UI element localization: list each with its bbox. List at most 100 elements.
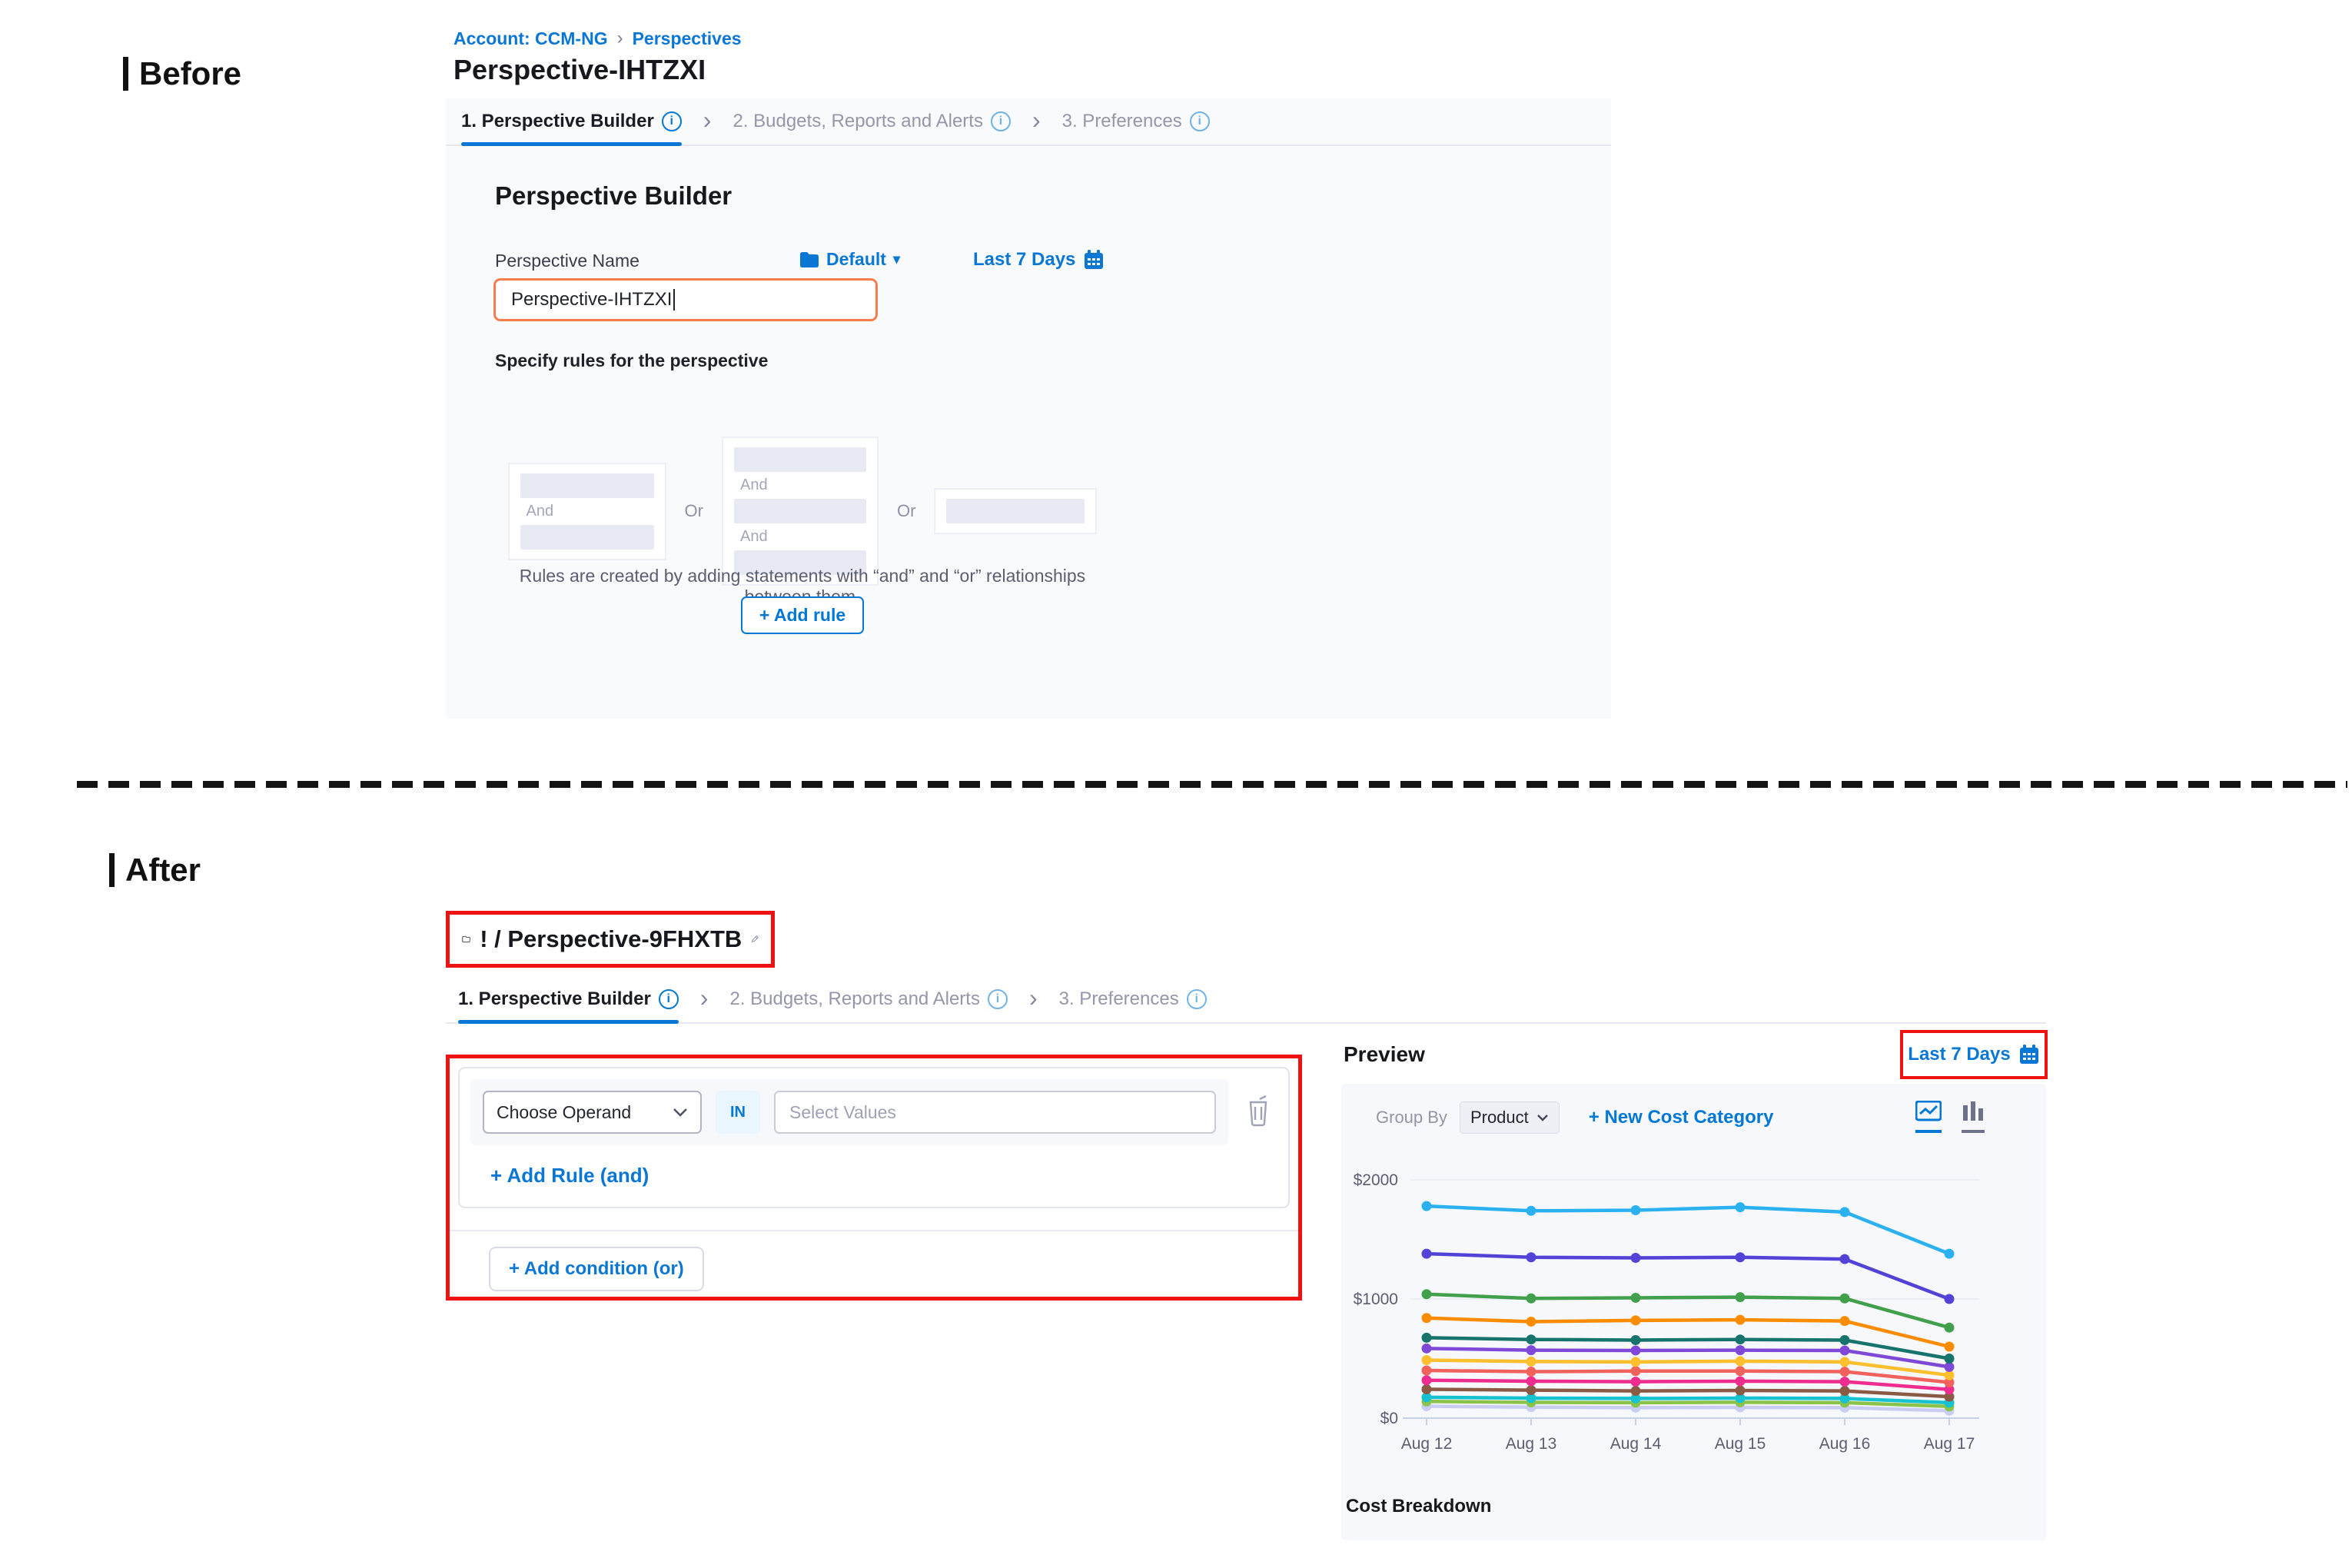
- svg-text:Aug 14: Aug 14: [1610, 1435, 1662, 1453]
- skeleton-bar: [734, 499, 866, 523]
- add-condition-or-button[interactable]: + Add condition (or): [489, 1247, 704, 1291]
- cost-breakdown-heading: Cost Breakdown: [1346, 1496, 1491, 1517]
- group-by-value: Product: [1470, 1108, 1529, 1128]
- tab-bar: 1. Perspective Builder i › 2. Budgets, R…: [446, 98, 1611, 146]
- trash-icon: [1245, 1095, 1271, 1127]
- skeleton-rule-group: And And: [722, 437, 879, 586]
- svg-text:$0: $0: [1380, 1410, 1398, 1427]
- skeleton-and-label: And: [734, 523, 866, 550]
- skeleton-bar: [946, 499, 1085, 523]
- operator-in-badge[interactable]: IN: [716, 1091, 760, 1134]
- perspective-name-label: Perspective Name: [495, 251, 639, 271]
- info-icon[interactable]: i: [659, 989, 679, 1009]
- page-title: Perspective-IHTZXI: [453, 54, 706, 86]
- info-icon[interactable]: i: [662, 111, 682, 131]
- group-by-row: Group By Product + New Cost Category: [1376, 1101, 2015, 1134]
- line-chart-icon[interactable]: [1915, 1101, 1942, 1133]
- chevron-down-icon: [1536, 1114, 1549, 1121]
- svg-text:Aug 12: Aug 12: [1401, 1435, 1453, 1453]
- rules-skeleton: And Or And And Or: [495, 437, 1110, 586]
- svg-text:Aug 15: Aug 15: [1715, 1435, 1766, 1453]
- tab-label: 3. Preferences: [1059, 988, 1179, 1010]
- calendar-icon: [2018, 1044, 2040, 1065]
- info-icon[interactable]: i: [1190, 111, 1210, 131]
- tab-budgets-reports-alerts[interactable]: 2. Budgets, Reports and Alerts i: [733, 98, 1011, 145]
- breadcrumb-perspectives[interactable]: Perspectives: [633, 28, 742, 49]
- tab-preferences[interactable]: 3. Preferences i: [1062, 98, 1210, 145]
- new-cost-category-link[interactable]: + New Cost Category: [1589, 1107, 1774, 1128]
- chevron-down-icon: [673, 1108, 688, 1117]
- chevron-right-icon: ›: [703, 108, 712, 135]
- skeleton-or-label: Or: [897, 501, 915, 521]
- chevron-right-icon: ›: [700, 985, 709, 1013]
- chevron-right-icon: ›: [1032, 108, 1041, 135]
- date-range-picker[interactable]: Last 7 Days: [1900, 1030, 2048, 1079]
- info-icon[interactable]: i: [1187, 989, 1207, 1009]
- folder-icon: [799, 251, 819, 268]
- tab-label: 3. Preferences: [1062, 111, 1182, 132]
- before-screenshot: Account: CCM-NG › Perspectives Perspecti…: [446, 22, 1611, 721]
- group-by-select[interactable]: Product: [1460, 1101, 1560, 1134]
- folder-select[interactable]: Default ▾: [799, 249, 900, 270]
- info-icon[interactable]: i: [988, 989, 1008, 1009]
- svg-text:Aug 17: Aug 17: [1924, 1435, 1975, 1453]
- skeleton-rule-group: And: [508, 463, 666, 560]
- tab-label: 1. Perspective Builder: [461, 111, 654, 132]
- preview-heading: Preview: [1344, 1042, 1425, 1067]
- operand-select-value: Choose Operand: [497, 1102, 631, 1123]
- after-label: After: [109, 852, 201, 889]
- skeleton-bar: [520, 525, 654, 550]
- add-rule-and-link[interactable]: + Add Rule (and): [490, 1164, 649, 1188]
- label-bar: [123, 57, 128, 91]
- skeleton-bar: [734, 447, 866, 472]
- chevron-right-icon: ›: [1029, 985, 1038, 1013]
- breadcrumb-account[interactable]: Account: CCM-NG: [453, 28, 608, 49]
- tab-bar: 1. Perspective Builder i › 2. Budgets, R…: [446, 976, 2046, 1024]
- bar-chart-icon[interactable]: [1962, 1101, 1985, 1133]
- skeleton-and-label: And: [520, 498, 654, 525]
- tab-perspective-builder[interactable]: 1. Perspective Builder i: [458, 976, 679, 1022]
- skeleton-and-label: And: [734, 472, 866, 499]
- rule-divider: [450, 1230, 1298, 1231]
- cost-line-chart: $0 $1000 $2000 Aug 12 Aug 13 Aug 14 Aug 15 Aug …: [1341, 1161, 2046, 1476]
- folder-select-value: Default: [826, 249, 886, 270]
- date-range-picker[interactable]: Last 7 Days: [973, 249, 1105, 271]
- svg-text:$1000: $1000: [1354, 1291, 1398, 1308]
- rule-builder-annotation-box: Choose Operand IN + Add Rule (and) + Add…: [446, 1055, 1302, 1301]
- rule-row: Choose Operand IN: [470, 1079, 1228, 1145]
- select-values-input[interactable]: [774, 1091, 1216, 1134]
- builder-heading: Perspective Builder: [495, 181, 732, 211]
- title-annotation-box: ! / Perspective-9FHXTB: [446, 911, 775, 968]
- after-label-text: After: [125, 852, 201, 889]
- tab-preferences[interactable]: 3. Preferences i: [1059, 976, 1207, 1022]
- rules-section-label: Specify rules for the perspective: [495, 350, 768, 371]
- svg-text:$2000: $2000: [1354, 1171, 1398, 1189]
- before-label: Before: [123, 55, 241, 92]
- chart-type-toggles: [1915, 1101, 1985, 1133]
- tab-budgets-reports-alerts[interactable]: 2. Budgets, Reports and Alerts i: [729, 976, 1008, 1022]
- breadcrumb-separator-icon: ›: [617, 28, 623, 49]
- text-cursor: [673, 289, 675, 311]
- tab-label: 2. Budgets, Reports and Alerts: [733, 111, 983, 132]
- operand-select[interactable]: Choose Operand: [483, 1091, 702, 1134]
- tab-perspective-builder[interactable]: 1. Perspective Builder i: [461, 98, 682, 145]
- edit-pencil-icon[interactable]: [751, 929, 759, 949]
- caret-down-icon: ▾: [893, 251, 900, 267]
- svg-text:Aug 13: Aug 13: [1506, 1435, 1557, 1453]
- add-rule-button[interactable]: + Add rule: [741, 596, 864, 634]
- preview-panel: Group By Product + New Cost Category $0$…: [1341, 1084, 2046, 1540]
- name-row: Perspective Name Default ▾ Last 7 Days: [495, 249, 1187, 277]
- perspective-builder-panel: 1. Perspective Builder i › 2. Budgets, R…: [446, 98, 1611, 719]
- skeleton-or-label: Or: [685, 501, 703, 521]
- date-range-label: Last 7 Days: [973, 249, 1075, 271]
- perspective-name-value: Perspective-IHTZXI: [511, 289, 672, 311]
- group-by-label: Group By: [1376, 1108, 1447, 1128]
- rule-group-card: Choose Operand IN + Add Rule (and): [458, 1067, 1290, 1208]
- skeleton-rule-group: [934, 488, 1097, 534]
- perspective-name-input[interactable]: Perspective-IHTZXI: [493, 278, 878, 321]
- section-divider: [77, 781, 2347, 788]
- info-icon[interactable]: i: [991, 111, 1011, 131]
- calendar-icon: [1083, 249, 1105, 271]
- delete-rule-button[interactable]: [1245, 1095, 1271, 1129]
- before-label-text: Before: [139, 55, 241, 92]
